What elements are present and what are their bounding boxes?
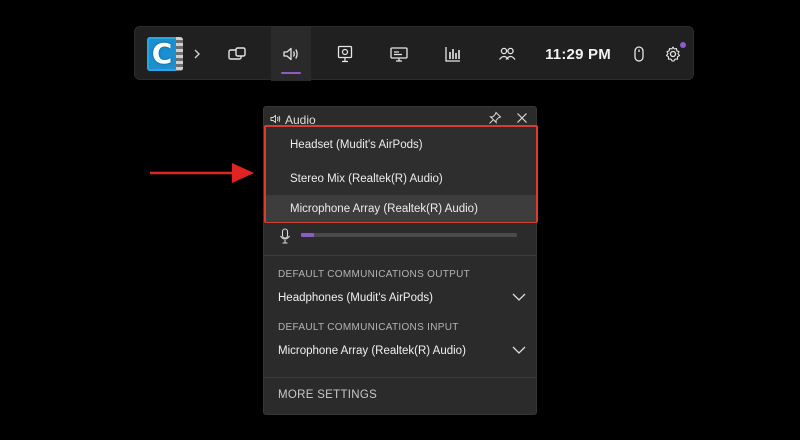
red-arrow-annotation — [150, 163, 254, 183]
default-output-label: DEFAULT COMMUNICATIONS OUTPUT — [278, 269, 471, 280]
microphone-icon[interactable] — [279, 228, 291, 244]
resources-widget-button[interactable] — [325, 27, 365, 81]
speaker-icon — [283, 47, 298, 61]
default-output-select[interactable]: Headphones (Mudit's AirPods) — [278, 287, 526, 309]
capture-icon — [228, 47, 246, 60]
pin-icon[interactable] — [488, 111, 502, 125]
audio-widget-button[interactable] — [271, 27, 311, 81]
device-option-headset[interactable]: Headset (Mudit's AirPods) — [266, 129, 536, 160]
chevron-down-icon — [512, 293, 526, 301]
people-icon — [498, 47, 516, 60]
audio-panel: Audio Headset (Mudit's AirPods) Stereo M… — [263, 106, 538, 415]
capture-widget-button[interactable] — [217, 27, 257, 81]
notification-dot — [680, 42, 686, 48]
settings-button[interactable] — [653, 27, 693, 81]
more-settings-link[interactable]: MORE SETTINGS — [278, 389, 377, 401]
app-icon[interactable]: C — [147, 37, 183, 71]
device-option-label: Stereo Mix (Realtek(R) Audio) — [290, 172, 443, 185]
performance-widget-button[interactable] — [433, 27, 473, 81]
clock: 11:29 PM — [545, 45, 611, 63]
device-option-microphone-array[interactable]: Microphone Array (Realtek(R) Audio) — [266, 195, 536, 222]
device-option-stereo-mix[interactable]: Stereo Mix (Realtek(R) Audio) — [266, 163, 536, 194]
app-icon-letter: C — [151, 37, 173, 70]
bar-chart-icon — [445, 47, 460, 62]
divider — [264, 255, 536, 256]
game-bar: C 11:29 PM — [134, 26, 694, 81]
monitor-icon — [337, 45, 353, 63]
default-input-label: DEFAULT COMMUNICATIONS INPUT — [278, 322, 459, 333]
device-option-label: Headset (Mudit's AirPods) — [290, 138, 423, 151]
default-output-value: Headphones (Mudit's AirPods) — [278, 292, 433, 304]
chevron-right-icon[interactable] — [191, 44, 203, 64]
mouse-icon — [634, 46, 644, 62]
app-icon-strip — [176, 37, 183, 71]
divider — [264, 377, 536, 378]
display-icon — [390, 47, 408, 62]
mic-level-meter — [301, 233, 517, 237]
device-option-label: Microphone Array (Realtek(R) Audio) — [290, 202, 478, 215]
default-input-value: Microphone Array (Realtek(R) Audio) — [278, 345, 466, 357]
close-icon[interactable] — [516, 112, 528, 124]
device-dropdown-list: Headset (Mudit's AirPods) Stereo Mix (Re… — [264, 125, 538, 223]
default-input-select[interactable]: Microphone Array (Realtek(R) Audio) — [278, 340, 526, 362]
mic-level-fill — [301, 233, 314, 237]
speaker-icon — [270, 114, 281, 124]
display-widget-button[interactable] — [379, 27, 419, 81]
social-widget-button[interactable] — [487, 27, 527, 81]
chevron-down-icon — [512, 346, 526, 354]
